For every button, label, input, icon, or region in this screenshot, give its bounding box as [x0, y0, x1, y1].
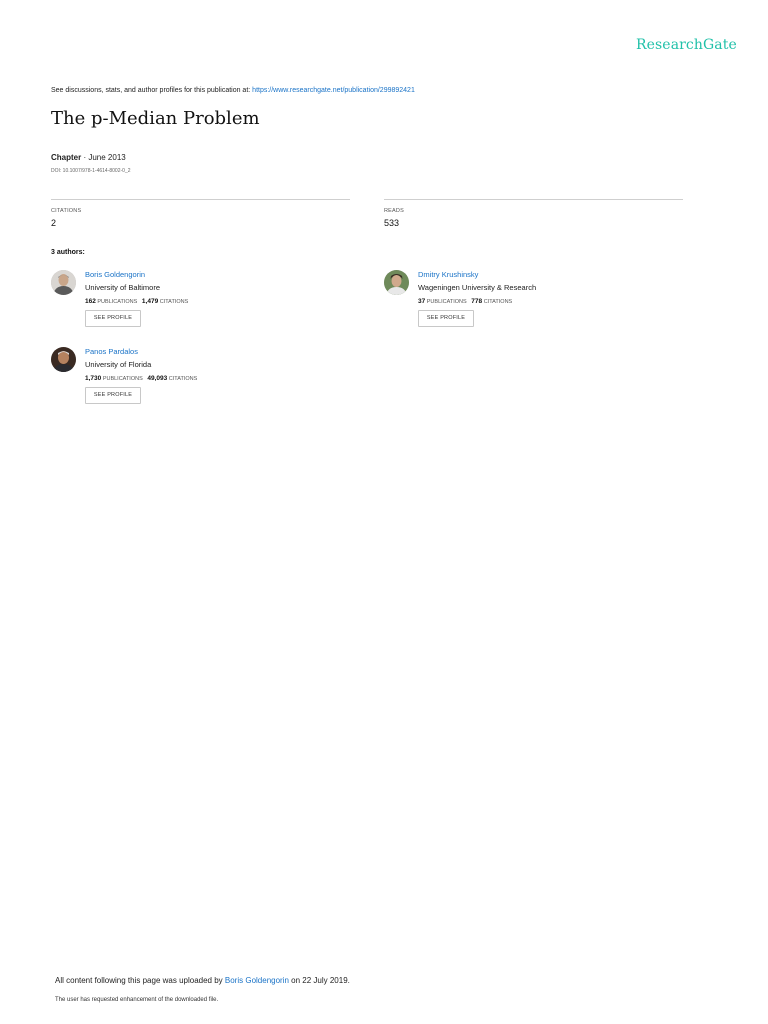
see-profile-button[interactable]: SEE PROFILE [85, 387, 141, 404]
reads-count: 533 [384, 218, 400, 228]
authors-heading: 3 authors: [51, 249, 85, 256]
author-publications-label: PUBLICATIONS [102, 376, 143, 382]
see-profile-button[interactable]: SEE PROFILE [418, 310, 474, 327]
author-citations-label: CITATIONS [168, 376, 198, 382]
publication-title: The p-Median Problem [51, 108, 260, 129]
author-institution: Wageningen University & Research [418, 283, 537, 292]
enhancement-note: The user has requested enhancement of th… [55, 997, 219, 1003]
upload-suffix: on 22 July 2019. [288, 976, 350, 985]
author-avatar[interactable] [384, 270, 409, 295]
author-publications-count: 162 [85, 298, 96, 305]
author-institution: University of Baltimore [85, 283, 161, 292]
author-publications-label: PUBLICATIONS [426, 299, 467, 305]
citations-label: CITATIONS [51, 208, 82, 214]
publication-meta: Chapter · June 2013 [51, 153, 126, 162]
researchgate-logo[interactable]: ResearchGate [636, 37, 737, 53]
author-citations-count: 1,479 [141, 298, 159, 305]
discussion-text: See discussions, stats, and author profi… [51, 87, 253, 94]
publication-url-link[interactable]: https://www.researchgate.net/publication… [252, 87, 415, 94]
publication-date: June 2013 [88, 153, 126, 162]
see-profile-button[interactable]: SEE PROFILE [85, 310, 141, 327]
author-citations-label: CITATIONS [483, 299, 513, 305]
author-institution: University of Florida [85, 360, 152, 369]
avatar-photo-icon [384, 270, 409, 295]
author-card: Dmitry Krushinsky Wageningen University … [384, 270, 664, 334]
author-citations-count: 778 [471, 298, 483, 305]
publication-type: Chapter [51, 153, 82, 162]
uploader-link[interactable]: Boris Goldengorin [225, 976, 289, 985]
author-name-link[interactable]: Dmitry Krushinsky [418, 270, 478, 279]
citations-stat: CITATIONS 2 [51, 199, 350, 230]
upload-prefix: All content following this page was uplo… [55, 976, 225, 985]
author-name-link[interactable]: Boris Goldengorin [85, 270, 145, 279]
author-publications-count: 1,730 [85, 375, 102, 382]
reads-label: READS [384, 208, 404, 214]
author-card: Boris Goldengorin University of Baltimor… [51, 270, 331, 334]
author-citations-label: CITATIONS [159, 299, 189, 305]
upload-info: All content following this page was uplo… [55, 976, 350, 985]
author-avatar[interactable] [51, 347, 76, 372]
citations-count: 2 [51, 218, 57, 228]
avatar-photo-icon [51, 270, 76, 295]
avatar-photo-icon [51, 347, 76, 372]
reads-stat: READS 533 [384, 199, 683, 230]
author-avatar[interactable] [51, 270, 76, 295]
author-card: Panos Pardalos University of Florida 1,7… [51, 347, 331, 411]
author-stats: 37 PUBLICATIONS 778 CITATIONS [418, 298, 512, 305]
author-name-link[interactable]: Panos Pardalos [85, 347, 138, 356]
author-citations-count: 49,093 [147, 375, 168, 382]
author-stats: 1,730 PUBLICATIONS 49,093 CITATIONS [85, 375, 197, 382]
discussion-line: See discussions, stats, and author profi… [51, 87, 415, 94]
author-stats: 162 PUBLICATIONS 1,479 CITATIONS [85, 298, 188, 305]
author-publications-label: PUBLICATIONS [97, 299, 138, 305]
publication-doi: DOI: 10.1007/978-1-4614-8002-0_2 [51, 168, 131, 174]
author-publications-count: 37 [418, 298, 426, 305]
